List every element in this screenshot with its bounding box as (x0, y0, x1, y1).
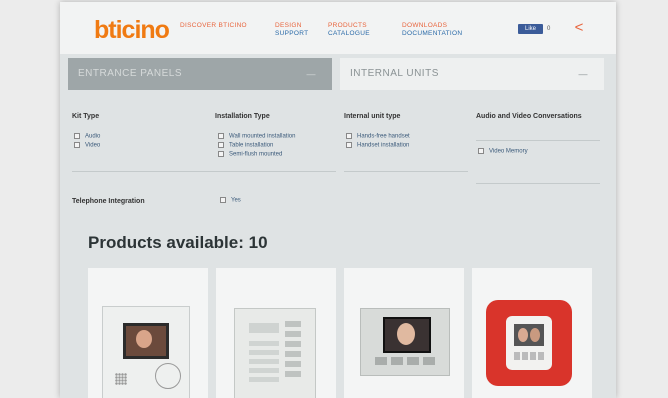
option-label: Semi-flush mounted (229, 151, 283, 158)
tab-entrance-label: ENTRANCE PANELS (78, 68, 183, 79)
kit-type-heading: Kit Type (72, 113, 100, 120)
device-body (506, 316, 552, 370)
divider (72, 171, 336, 172)
nav-support-label: SUPPORT (275, 30, 309, 37)
option-label: Handset installation (357, 142, 410, 149)
checkbox[interactable] (74, 133, 80, 139)
product-image-audio-handset (234, 308, 316, 398)
checkbox[interactable] (218, 133, 224, 139)
share-icon[interactable]: < (572, 20, 586, 36)
browser-page: bticino DISCOVER BTICINO DESIGN SUPPORT … (60, 2, 616, 398)
option-label: Table installation (229, 142, 274, 149)
internal-unit-option-handset[interactable]: Handset installation (346, 142, 409, 150)
kit-type-option-audio[interactable]: Audio (74, 133, 100, 141)
tab-entrance-panels[interactable]: ENTRANCE PANELS — (68, 58, 332, 90)
keypad (285, 321, 301, 381)
nav-products-label: PRODUCTS (328, 22, 367, 29)
nav-downloads-documentation[interactable]: DOWNLOADS DOCUMENTATION (402, 22, 462, 38)
divider (476, 183, 600, 184)
navigation-wheel (155, 363, 181, 389)
option-label: Video (85, 142, 101, 149)
site-header: bticino DISCOVER BTICINO DESIGN SUPPORT … (60, 2, 616, 54)
telephone-integration-heading: Telephone Integration (72, 198, 145, 205)
installation-option-wall[interactable]: Wall mounted installation (218, 133, 295, 141)
nav-products-catalogue[interactable]: PRODUCTS CATALOGUE (328, 22, 370, 38)
installation-option-table[interactable]: Table installation (218, 142, 273, 150)
kit-type-option-video[interactable]: Video (74, 142, 100, 150)
buttons (249, 341, 279, 383)
button-row (375, 357, 435, 365)
internal-unit-option-handsfree[interactable]: Hands-free handset (346, 133, 410, 141)
checkbox[interactable] (346, 142, 352, 148)
option-label: Video Memory (489, 148, 528, 155)
button-row (514, 352, 544, 360)
product-card[interactable] (88, 268, 208, 398)
checkbox[interactable] (478, 148, 484, 154)
nav-catalogue-label: CATALOGUE (328, 30, 370, 37)
telephone-option-yes[interactable]: Yes (220, 197, 241, 204)
option-label: Yes (231, 197, 241, 204)
products-count-title: Products available: 10 (88, 233, 268, 252)
nav-discover-label: DISCOVER BTICINO (180, 22, 247, 29)
checkbox[interactable] (218, 142, 224, 148)
checkbox[interactable] (218, 151, 224, 157)
video-screen (383, 317, 431, 353)
nav-design-label: DESIGN (275, 22, 302, 29)
video-screen (514, 324, 544, 346)
nav-documentation-label: DOCUMENTATION (402, 30, 463, 37)
checkbox[interactable] (74, 142, 80, 148)
facebook-like-count: 0 (547, 26, 551, 32)
nav-discover[interactable]: DISCOVER BTICINO (180, 22, 247, 30)
tab-internal-units[interactable]: INTERNAL UNITS — (340, 58, 604, 90)
face (136, 330, 152, 348)
display (249, 323, 279, 333)
divider (344, 171, 468, 172)
chevron-down-icon: — (578, 69, 588, 79)
logo-text: bticino (94, 16, 170, 44)
nav-design-support[interactable]: DESIGN SUPPORT (275, 22, 308, 38)
speaker-grill (115, 373, 127, 385)
nav-downloads-label: DOWNLOADS (402, 22, 448, 29)
product-image-video-compact (360, 308, 450, 376)
checkbox[interactable] (346, 133, 352, 139)
facebook-like-label: Like (524, 26, 536, 32)
bticino-logo[interactable]: bticino (94, 16, 170, 44)
face (530, 328, 540, 342)
option-label: Hands-free handset (357, 133, 410, 140)
product-card[interactable] (472, 268, 592, 398)
internal-unit-type-heading: Internal unit type (344, 113, 401, 120)
face (518, 328, 528, 342)
checkbox[interactable] (220, 197, 226, 203)
audio-video-option-memory[interactable]: Video Memory (478, 148, 528, 156)
face (397, 323, 415, 345)
installation-type-heading: Installation Type (215, 113, 270, 120)
product-card[interactable] (216, 268, 336, 398)
option-label: Wall mounted installation (229, 133, 296, 140)
product-image-video-handsfree (102, 306, 190, 398)
video-screen (123, 323, 169, 359)
product-image-video-red-frame (486, 300, 572, 386)
divider (476, 140, 600, 141)
installation-option-semiflush[interactable]: Semi-flush mounted (218, 151, 282, 159)
audio-video-heading: Audio and Video Conversations (476, 113, 582, 120)
tab-internal-label: INTERNAL UNITS (350, 68, 439, 79)
product-card[interactable] (344, 268, 464, 398)
facebook-like-button[interactable]: Like (518, 24, 543, 34)
chevron-down-icon: — (306, 69, 316, 79)
option-label: Audio (85, 133, 101, 140)
